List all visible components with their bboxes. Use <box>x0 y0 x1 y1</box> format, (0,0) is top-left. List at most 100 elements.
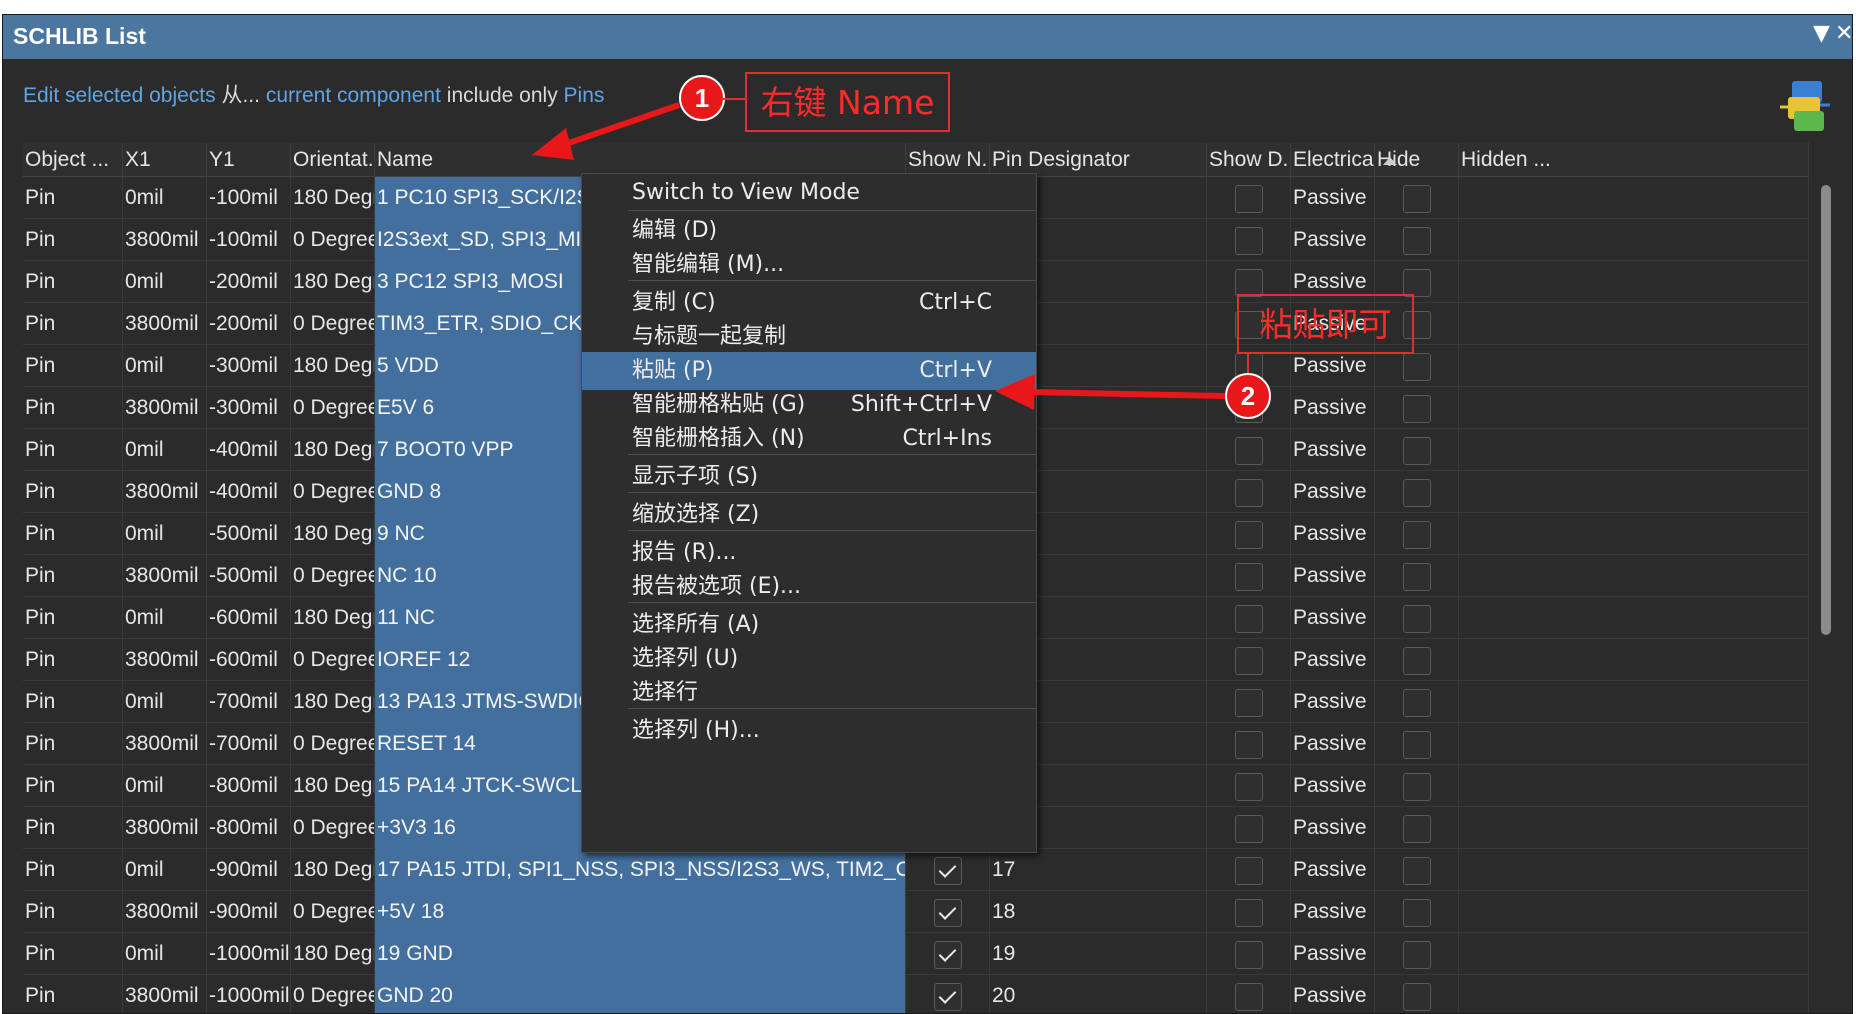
cell-x1[interactable]: 0mil <box>123 177 207 219</box>
table-row[interactable]: Pin0mil-900mil180 Degrees17 PA15 JTDI, S… <box>23 849 1809 891</box>
cell-y1[interactable]: -600mil <box>207 597 291 639</box>
cell-electrical-type[interactable]: Passive <box>1291 555 1375 597</box>
cell-hide[interactable] <box>1375 597 1459 639</box>
hide-checkbox[interactable] <box>1403 647 1431 675</box>
cell-hide[interactable] <box>1375 849 1459 891</box>
menu-item-edit[interactable]: 编辑 (D) <box>582 212 1036 250</box>
menu-item-report-selected[interactable]: 报告被选项 (E)... <box>582 568 1036 606</box>
show-designator-checkbox[interactable] <box>1235 857 1263 885</box>
cell-hide[interactable] <box>1375 177 1459 219</box>
column-header-y1[interactable]: Y1 <box>207 143 291 177</box>
cell-x1[interactable]: 3800mil <box>123 303 207 345</box>
show-designator-checkbox[interactable] <box>1235 689 1263 717</box>
cell-object-kind[interactable]: Pin <box>23 681 123 723</box>
cell-orientation[interactable]: 0 Degrees <box>291 723 375 765</box>
hide-checkbox[interactable] <box>1403 857 1431 885</box>
cell-x1[interactable]: 0mil <box>123 765 207 807</box>
hide-checkbox[interactable] <box>1403 269 1431 297</box>
column-header-pin-designator[interactable]: Pin Designator <box>990 143 1207 177</box>
menu-item-switch-view-mode[interactable]: Switch to View Mode <box>582 174 1036 212</box>
table-row[interactable]: Pin3800mil-900mil0 Degrees+5V 18 18 Passiv… <box>23 891 1809 933</box>
cell-hidden[interactable] <box>1459 555 1809 597</box>
cell-hidden[interactable] <box>1459 387 1809 429</box>
cell-electrical-type[interactable]: Passive <box>1291 429 1375 471</box>
cell-hide[interactable] <box>1375 429 1459 471</box>
table-row[interactable]: Pin3800mil-1000mil0 DegreesGND 20 20 Passi… <box>23 975 1809 1013</box>
cell-electrical-type[interactable]: Passive <box>1291 639 1375 681</box>
cell-hidden[interactable] <box>1459 639 1809 681</box>
cell-orientation[interactable]: 0 Degrees <box>291 807 375 849</box>
column-header-show-designator[interactable]: Show D... <box>1207 143 1291 177</box>
menu-item-show-children[interactable]: 显示子项 (S) <box>582 458 1036 496</box>
cell-name[interactable]: 19 GND <box>375 933 906 975</box>
current-component-link[interactable]: current component <box>266 84 441 107</box>
cell-electrical-type[interactable]: Passive <box>1291 765 1375 807</box>
cell-object-kind[interactable]: Pin <box>23 219 123 261</box>
cell-show-name[interactable] <box>906 933 990 975</box>
menu-item-zoom-selection[interactable]: 缩放选择 (Z) <box>582 496 1036 534</box>
cell-orientation[interactable]: 0 Degrees <box>291 891 375 933</box>
cell-hidden[interactable] <box>1459 345 1809 387</box>
cell-x1[interactable]: 3800mil <box>123 219 207 261</box>
cell-orientation[interactable]: 0 Degrees <box>291 471 375 513</box>
cell-show-designator[interactable] <box>1207 597 1291 639</box>
cell-hidden[interactable] <box>1459 261 1809 303</box>
cell-electrical-type[interactable]: Passive <box>1291 807 1375 849</box>
menu-item-smart-grid-insert[interactable]: 智能栅格插入 (N) Ctrl+Ins <box>582 420 1036 458</box>
hide-checkbox[interactable] <box>1403 605 1431 633</box>
cell-y1[interactable]: -500mil <box>207 513 291 555</box>
cell-orientation[interactable]: 180 Degrees <box>291 765 375 807</box>
cell-object-kind[interactable]: Pin <box>23 345 123 387</box>
vertical-scrollbar[interactable] <box>1819 175 1833 1013</box>
cell-name[interactable]: +5V 18 <box>375 891 906 933</box>
cell-object-kind[interactable]: Pin <box>23 513 123 555</box>
hide-checkbox[interactable] <box>1403 395 1431 423</box>
cell-hidden[interactable] <box>1459 765 1809 807</box>
show-name-checkbox[interactable] <box>934 857 962 885</box>
pins-link[interactable]: Pins <box>564 84 605 107</box>
cell-hidden[interactable] <box>1459 975 1809 1013</box>
cell-orientation[interactable]: 180 Degrees <box>291 429 375 471</box>
cell-name[interactable]: 17 PA15 JTDI, SPI1_NSS, SPI3_NSS/I2S3_WS… <box>375 849 906 891</box>
dropdown-triangle-icon[interactable]: ▼ <box>1813 21 1830 46</box>
menu-item-copy-with-header[interactable]: 与标题一起复制 <box>582 318 1036 356</box>
cell-show-designator[interactable] <box>1207 429 1291 471</box>
cell-electrical-type[interactable]: Passive <box>1291 723 1375 765</box>
cell-x1[interactable]: 3800mil <box>123 891 207 933</box>
cell-hidden[interactable] <box>1459 219 1809 261</box>
cell-electrical-type[interactable]: Passive <box>1291 387 1375 429</box>
cell-hide[interactable] <box>1375 513 1459 555</box>
cell-object-kind[interactable]: Pin <box>23 555 123 597</box>
menu-item-select-all[interactable]: 选择所有 (A) <box>582 606 1036 644</box>
cell-x1[interactable]: 3800mil <box>123 387 207 429</box>
cell-show-designator[interactable] <box>1207 933 1291 975</box>
scrollbar-thumb[interactable] <box>1821 185 1831 635</box>
menu-item-smart-edit[interactable]: 智能编辑 (M)... <box>582 246 1036 284</box>
cell-object-kind[interactable]: Pin <box>23 933 123 975</box>
cell-x1[interactable]: 0mil <box>123 261 207 303</box>
cell-y1[interactable]: -500mil <box>207 555 291 597</box>
edit-link[interactable]: Edit <box>23 84 59 107</box>
cell-pin-designator[interactable]: 18 <box>990 891 1207 933</box>
show-designator-checkbox[interactable] <box>1235 941 1263 969</box>
cell-hidden[interactable] <box>1459 891 1809 933</box>
cell-x1[interactable]: 0mil <box>123 933 207 975</box>
menu-item-paste[interactable]: 粘贴 (P) Ctrl+V <box>582 352 1036 390</box>
cell-y1[interactable]: -400mil <box>207 471 291 513</box>
cell-electrical-type[interactable]: Passive <box>1291 933 1375 975</box>
cell-y1[interactable]: -1000mil <box>207 933 291 975</box>
hide-checkbox[interactable] <box>1403 521 1431 549</box>
cell-object-kind[interactable]: Pin <box>23 387 123 429</box>
show-designator-checkbox[interactable] <box>1235 983 1263 1011</box>
cell-show-designator[interactable] <box>1207 471 1291 513</box>
cell-hide[interactable] <box>1375 639 1459 681</box>
menu-item-report[interactable]: 报告 (R)... <box>582 534 1036 572</box>
cell-object-kind[interactable]: Pin <box>23 723 123 765</box>
cell-y1[interactable]: -100mil <box>207 219 291 261</box>
cell-y1[interactable]: -1000mil <box>207 975 291 1013</box>
show-designator-checkbox[interactable] <box>1235 647 1263 675</box>
cell-x1[interactable]: 3800mil <box>123 975 207 1013</box>
selected-objects-link[interactable]: selected objects <box>65 84 216 107</box>
cell-show-designator[interactable] <box>1207 555 1291 597</box>
cell-show-designator[interactable] <box>1207 219 1291 261</box>
